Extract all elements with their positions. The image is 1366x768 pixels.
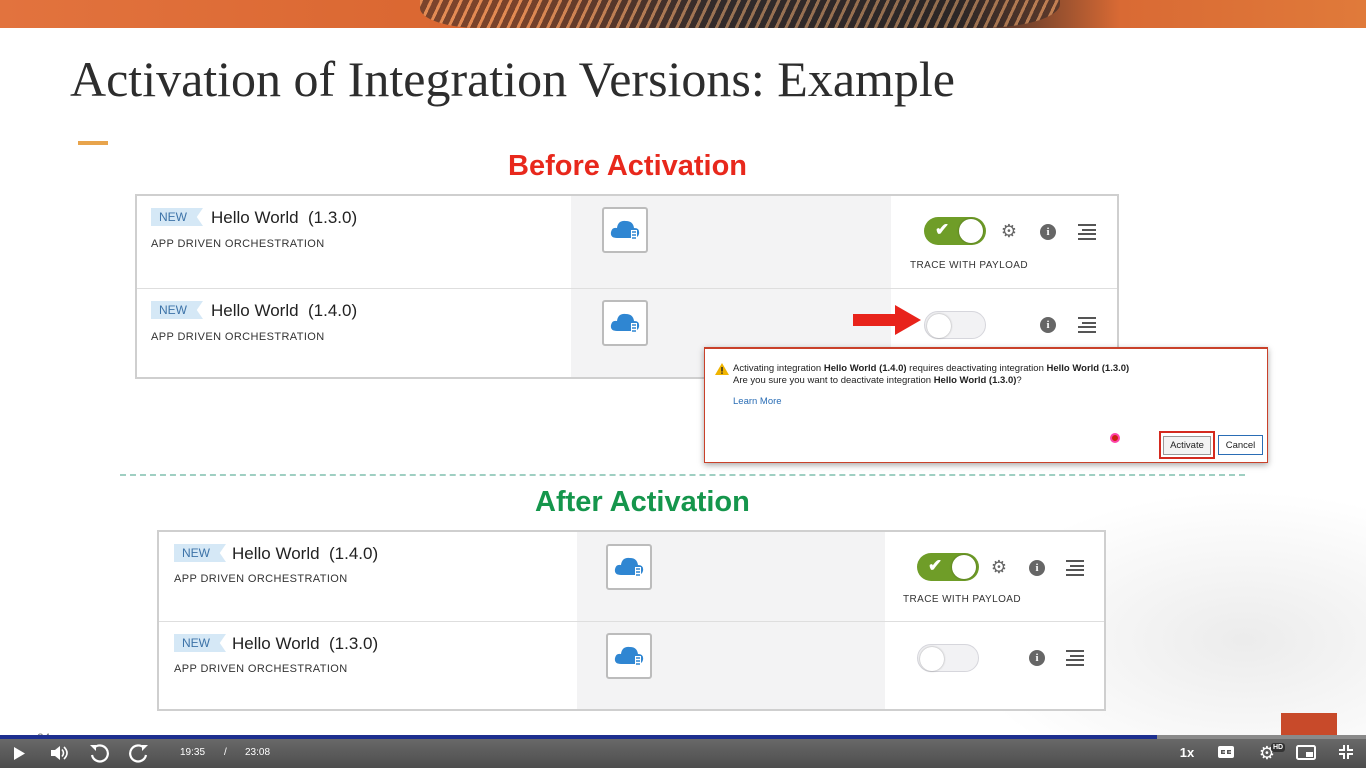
hamburger-menu-icon[interactable] xyxy=(1078,224,1096,240)
activate-button[interactable]: Activate xyxy=(1159,431,1215,459)
mouse-cursor-indicator xyxy=(1110,433,1120,443)
dialog-message-line2: Are you sure you want to deactivate inte… xyxy=(733,375,1022,386)
play-icon[interactable] xyxy=(12,745,26,761)
fullscreen-exit-icon[interactable] xyxy=(1338,744,1354,760)
activation-toggle[interactable]: ✔ xyxy=(924,217,986,245)
hamburger-menu-icon[interactable] xyxy=(1078,317,1096,333)
cloud-adapter-icon xyxy=(602,300,648,346)
trace-with-payload-label: TRACE WITH PAYLOAD xyxy=(910,260,1028,271)
activation-toggle[interactable] xyxy=(924,311,986,339)
playback-speed-button[interactable]: 1x xyxy=(1176,743,1198,761)
integration-type: APP DRIVEN ORCHESTRATION xyxy=(174,573,348,585)
volume-icon[interactable] xyxy=(50,745,70,761)
gear-icon[interactable]: ⚙ xyxy=(990,557,1008,577)
integration-type: APP DRIVEN ORCHESTRATION xyxy=(151,238,325,250)
trace-with-payload-label: TRACE WITH PAYLOAD xyxy=(903,594,1021,605)
video-player-controls: 19:35 / 23:08 1x ⚙ HD xyxy=(0,735,1366,768)
integration-name[interactable]: Hello World (1.4.0) xyxy=(211,301,357,321)
integration-row[interactable]: NEW Hello World (1.3.0) APP DRIVEN ORCHE… xyxy=(159,621,1104,709)
after-activation-label: After Activation xyxy=(535,486,750,518)
integration-row[interactable]: NEW Hello World (1.4.0) APP DRIVEN ORCHE… xyxy=(159,532,1104,621)
current-time: 19:35 xyxy=(180,747,206,758)
dialog-message-line1: Activating integration Hello World (1.4.… xyxy=(733,363,1130,374)
hamburger-menu-icon[interactable] xyxy=(1066,560,1084,576)
learn-more-link[interactable]: Learn More xyxy=(733,396,782,407)
info-icon[interactable]: i xyxy=(1040,224,1056,240)
cloud-adapter-icon xyxy=(606,544,652,590)
before-activation-label: Before Activation xyxy=(508,150,748,182)
integration-type: APP DRIVEN ORCHESTRATION xyxy=(174,663,348,675)
cancel-button[interactable]: Cancel xyxy=(1218,435,1263,455)
hamburger-menu-icon[interactable] xyxy=(1066,650,1084,666)
info-icon[interactable]: i xyxy=(1029,560,1045,576)
time-separator: / xyxy=(224,747,227,758)
integration-row[interactable]: NEW Hello World (1.3.0) APP DRIVEN ORCHE… xyxy=(137,196,1117,288)
integration-name[interactable]: Hello World (1.3.0) xyxy=(211,208,357,228)
slide-title: Activation of Integration Versions: Exam… xyxy=(70,51,955,107)
gear-icon[interactable]: ⚙ xyxy=(1000,221,1018,241)
activation-toggle[interactable]: ✔ xyxy=(917,553,979,581)
new-badge: NEW xyxy=(151,208,203,226)
integration-type: APP DRIVEN ORCHESTRATION xyxy=(151,331,325,343)
activation-toggle[interactable] xyxy=(917,644,979,672)
new-badge: NEW xyxy=(174,634,226,652)
info-icon[interactable]: i xyxy=(1040,317,1056,333)
warning-icon xyxy=(715,363,729,375)
forward-icon[interactable] xyxy=(128,742,150,764)
hd-badge: HD xyxy=(1271,743,1285,752)
new-badge: NEW xyxy=(151,301,203,319)
activation-confirm-dialog: Activating integration Hello World (1.4.… xyxy=(704,347,1268,463)
rewind-icon[interactable] xyxy=(88,742,110,764)
progress-fill xyxy=(0,735,1157,739)
progress-bar[interactable] xyxy=(0,735,1366,739)
integration-name[interactable]: Hello World (1.4.0) xyxy=(232,544,378,564)
captions-icon[interactable] xyxy=(1218,746,1234,758)
duration: 23:08 xyxy=(245,747,271,758)
info-icon[interactable]: i xyxy=(1029,650,1045,666)
check-icon: ✔ xyxy=(928,556,943,575)
banner-pattern xyxy=(420,0,1060,28)
new-badge: NEW xyxy=(174,544,226,562)
check-icon: ✔ xyxy=(935,220,950,239)
top-banner xyxy=(0,0,1366,28)
cloud-adapter-icon xyxy=(606,633,652,679)
integration-name[interactable]: Hello World (1.3.0) xyxy=(232,634,378,654)
cloud-adapter-icon xyxy=(602,207,648,253)
section-divider xyxy=(120,474,1245,476)
after-integrations-list: NEW Hello World (1.4.0) APP DRIVEN ORCHE… xyxy=(157,530,1106,711)
red-arrow-annotation xyxy=(853,305,921,335)
title-accent-bar xyxy=(78,141,108,145)
picture-in-picture-icon[interactable] xyxy=(1296,744,1316,760)
